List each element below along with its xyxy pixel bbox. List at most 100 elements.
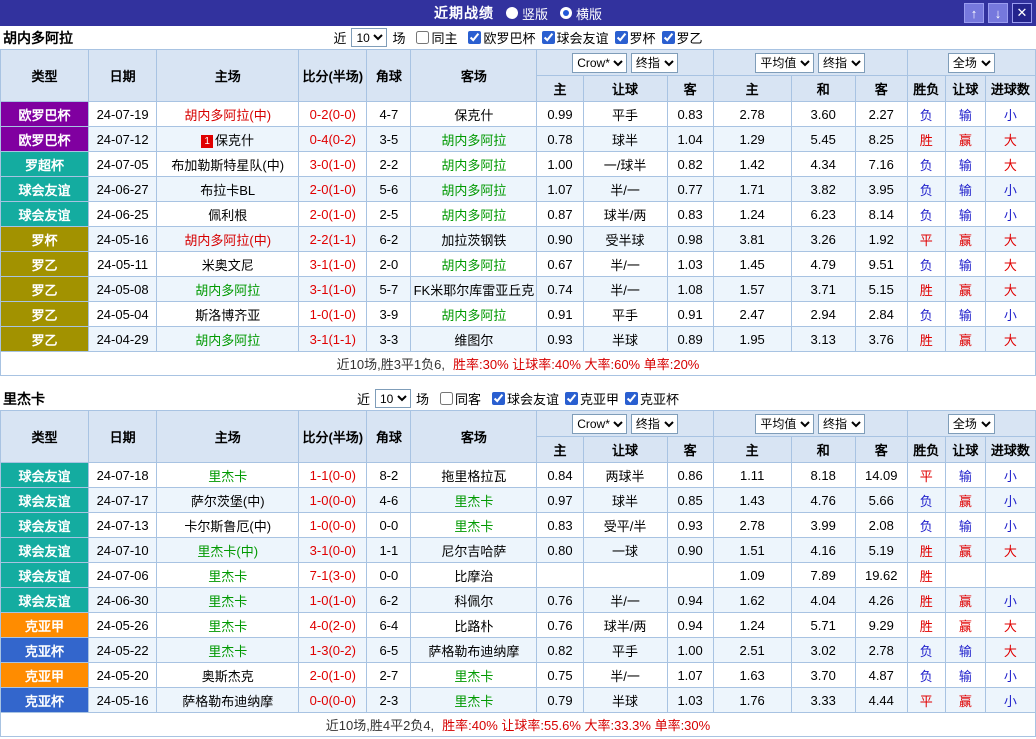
title-bar-buttons: ↑ ↓ ✕ — [964, 3, 1032, 23]
competition-filter[interactable]: 克亚杯 — [625, 389, 679, 408]
handicap-cell: 半/一 — [583, 588, 667, 613]
league-cell: 罗乙 — [1, 252, 89, 277]
competition-filter[interactable]: 罗杯 — [615, 28, 656, 47]
odds-time-select[interactable]: 终指 — [631, 414, 678, 434]
scroll-down-button[interactable]: ↓ — [988, 3, 1008, 23]
summary-row: 近10场,胜4平2负4, 胜率:40% 让球率:55.6% 大率:33.3% 单… — [0, 713, 1036, 737]
summary-rates: 胜率:40% 让球率:55.6% 大率:33.3% 单率:30% — [442, 715, 710, 734]
avg-away-cell: 5.66 — [855, 488, 907, 513]
radio-vertical-label: 竖版 — [522, 4, 548, 23]
league-cell: 罗乙 — [1, 302, 89, 327]
avg-draw-cell: 3.33 — [791, 688, 855, 713]
corner-cell: 4-6 — [367, 488, 411, 513]
corner-cell: 3-3 — [367, 327, 411, 352]
same-side-checkbox[interactable] — [440, 392, 453, 405]
match-row: 罗乙24-05-08胡内多阿拉3-1(1-0)5-7FK米耶尔库雷亚丘克0.74… — [1, 277, 1036, 302]
home-team-cell: 里杰卡 — [157, 588, 299, 613]
match-row: 球会友谊24-07-13卡尔斯鲁厄(中)1-0(0-0)0-0里杰卡0.83受平… — [1, 513, 1036, 538]
match-count-select[interactable]: 10 — [351, 28, 387, 47]
avg-time-select[interactable]: 终指 — [818, 414, 865, 434]
goals-cell: 小 — [985, 463, 1035, 488]
competition-checkbox[interactable] — [542, 31, 555, 44]
avg-home-cell: 2.78 — [713, 513, 791, 538]
date-cell: 24-07-05 — [89, 152, 157, 177]
layout-radio-vertical[interactable]: 竖版 — [506, 4, 548, 23]
competition-filters: 欧罗巴杯球会友谊罗杯罗乙 — [462, 28, 702, 47]
goals-cell: 小 — [985, 688, 1035, 713]
result-scope-select[interactable]: 全场 — [948, 414, 995, 434]
odds-home-cell: 0.90 — [537, 227, 583, 252]
odds-time-select[interactable]: 终指 — [631, 53, 678, 73]
competition-checkbox[interactable] — [615, 31, 628, 44]
avg-group-header: 平均值 终指 — [713, 50, 907, 76]
goals-cell: 小 — [985, 588, 1035, 613]
avg-draw-cell: 3.60 — [791, 102, 855, 127]
team-name: 胡内多阿拉 — [3, 28, 73, 48]
competition-checkbox[interactable] — [625, 392, 638, 405]
handicap-result-cell: 赢 — [945, 277, 985, 302]
radio-horizontal-icon[interactable] — [560, 7, 572, 19]
red-card-badge: 1 — [201, 135, 213, 148]
avg-source-select[interactable]: 平均值 — [755, 53, 814, 73]
avg-time-select[interactable]: 终指 — [818, 53, 865, 73]
avg-away-cell: 5.15 — [855, 277, 907, 302]
avg-away-cell: 7.16 — [855, 152, 907, 177]
league-cell: 克亚甲 — [1, 663, 89, 688]
competition-checkbox[interactable] — [662, 31, 675, 44]
scroll-up-button[interactable]: ↑ — [964, 3, 984, 23]
competition-filter[interactable]: 罗乙 — [662, 28, 703, 47]
league-cell: 球会友谊 — [1, 513, 89, 538]
same-side-checkbox[interactable] — [416, 31, 429, 44]
odds-away-cell: 1.00 — [667, 638, 713, 663]
competition-checkbox[interactable] — [565, 392, 578, 405]
close-button[interactable]: ✕ — [1012, 3, 1032, 23]
corner-cell: 3-9 — [367, 302, 411, 327]
odds-away-cell: 1.08 — [667, 277, 713, 302]
odds-source-select[interactable]: Crow* — [572, 53, 627, 73]
result-cell: 胜 — [907, 327, 945, 352]
result-cell: 胜 — [907, 277, 945, 302]
league-cell: 球会友谊 — [1, 488, 89, 513]
competition-filter[interactable]: 球会友谊 — [492, 389, 559, 408]
handicap-result-cell: 赢 — [945, 613, 985, 638]
team-name: 里杰卡 — [3, 389, 45, 409]
col-score: 比分(半场) — [299, 50, 367, 102]
competition-filter[interactable]: 欧罗巴杯 — [468, 28, 535, 47]
result-cell: 负 — [907, 302, 945, 327]
layout-radio-horizontal[interactable]: 横版 — [560, 4, 602, 23]
odds-source-select[interactable]: Crow* — [572, 414, 627, 434]
result-scope-select[interactable]: 全场 — [948, 53, 995, 73]
avg-away-cell: 2.08 — [855, 513, 907, 538]
handicap-cell: 一球 — [583, 538, 667, 563]
odds-away-cell: 0.91 — [667, 302, 713, 327]
handicap-cell: 平手 — [583, 102, 667, 127]
competition-checkbox[interactable] — [492, 392, 505, 405]
handicap-cell: 半/一 — [583, 252, 667, 277]
competition-checkbox[interactable] — [468, 31, 481, 44]
avg-source-select[interactable]: 平均值 — [755, 414, 814, 434]
match-count-select[interactable]: 10 — [375, 389, 411, 408]
games-label: 场 — [416, 389, 429, 408]
odds-home-cell: 0.75 — [537, 663, 583, 688]
result-cell: 胜 — [907, 127, 945, 152]
goals-cell: 小 — [985, 663, 1035, 688]
handicap-cell: 受平/半 — [583, 513, 667, 538]
competition-filter[interactable]: 克亚甲 — [565, 389, 619, 408]
odds-home-cell: 0.67 — [537, 252, 583, 277]
col-corner: 角球 — [367, 50, 411, 102]
away-team-cell: 胡内多阿拉 — [411, 152, 537, 177]
radio-vertical-icon[interactable] — [506, 7, 518, 19]
competition-filter[interactable]: 球会友谊 — [542, 28, 609, 47]
home-team-cell: 布拉卡BL — [157, 177, 299, 202]
col-odds-away: 客 — [667, 437, 713, 463]
away-team-cell: 里杰卡 — [411, 663, 537, 688]
same-side-filter[interactable]: 同客 — [440, 389, 481, 408]
match-row: 球会友谊24-07-06里杰卡7-1(3-0)0-0比摩治1.097.8919.… — [1, 563, 1036, 588]
same-side-filter[interactable]: 同主 — [416, 28, 457, 47]
odds-home-cell: 0.87 — [537, 202, 583, 227]
col-avg-draw: 和 — [791, 76, 855, 102]
goals-cell: 大 — [985, 538, 1035, 563]
date-cell: 24-05-04 — [89, 302, 157, 327]
avg-home-cell: 1.24 — [713, 202, 791, 227]
handicap-result-cell: 输 — [945, 102, 985, 127]
